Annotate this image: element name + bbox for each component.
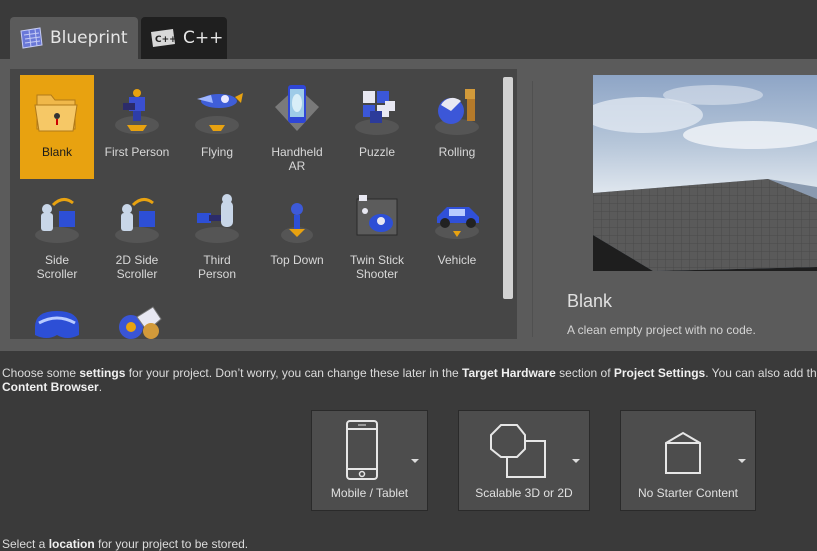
- template-vehicle-advanced[interactable]: [100, 291, 174, 339]
- third-person-icon: [195, 194, 239, 243]
- chevron-down-icon: [411, 459, 419, 463]
- template-handheld-ar[interactable]: Handheld AR: [260, 75, 334, 179]
- settings-text: .: [98, 380, 103, 394]
- template-first-person[interactable]: First Person: [100, 75, 174, 179]
- chevron-down-icon: [572, 459, 580, 463]
- handheld-ar-icon: [275, 85, 319, 131]
- template-2d-side-scroller[interactable]: 2D Side Scroller: [100, 183, 174, 287]
- first-person-icon: [115, 89, 159, 134]
- template-label: Blank: [41, 145, 73, 159]
- location-instructions: Select a location for your project to be…: [2, 537, 248, 551]
- mobile-icon: [346, 420, 378, 480]
- no-starter-content-icon: [665, 431, 701, 474]
- template-rolling[interactable]: Rolling: [420, 75, 494, 179]
- preview-scene: [593, 85, 817, 271]
- settings-text: Choose some: [2, 366, 80, 380]
- preview-description: A clean empty project with no code.: [567, 323, 756, 337]
- template-puzzle[interactable]: Puzzle: [340, 75, 414, 179]
- settings-text: . You can also add the: [705, 366, 817, 380]
- settings-keyword: settings: [79, 366, 126, 380]
- 2d-side-scroller-icon: [115, 198, 159, 243]
- starter-content-dropdown[interactable]: No Starter Content: [620, 410, 756, 511]
- starter-content-label: No Starter Content: [637, 486, 739, 500]
- settings-text: for your project. Don’t worry, you can c…: [125, 366, 463, 380]
- template-top-down[interactable]: Top Down: [260, 183, 334, 287]
- template-grid: Blank First Person Flying Handheld AR Pu…: [10, 69, 517, 339]
- location-text: Select a: [2, 537, 49, 551]
- template-label: Top Down: [270, 253, 324, 267]
- content-browser-keyword: Content Browser: [2, 380, 99, 394]
- twin-stick-shooter-icon: [356, 195, 398, 236]
- tab-cpp-label: C++: [183, 28, 224, 48]
- hardware-target-label: Mobile / Tablet: [330, 486, 409, 500]
- preview-title: Blank: [567, 291, 613, 311]
- template-label: Side Scroller: [36, 253, 78, 281]
- template-preview-image: [593, 75, 817, 271]
- settings-text: section of: [555, 366, 614, 380]
- template-label: Handheld AR: [271, 145, 323, 173]
- template-label: Vehicle: [437, 253, 477, 267]
- template-flying[interactable]: Flying: [180, 75, 254, 179]
- panel-divider: [532, 81, 533, 337]
- template-label: Flying: [200, 145, 233, 159]
- folder-icon: [34, 94, 78, 132]
- chevron-down-icon: [738, 459, 746, 463]
- vr-headset-icon: [35, 311, 79, 338]
- scalable-quality-icon: [490, 424, 546, 478]
- template-panel: Blank First Person Flying Handheld AR Pu…: [0, 59, 817, 351]
- svg-text:C++: C++: [155, 35, 177, 45]
- graphics-quality-label: Scalable 3D or 2D: [475, 486, 573, 500]
- cpp-icon: C++: [151, 29, 177, 47]
- template-label: 2D Side Scroller: [115, 253, 159, 281]
- template-label: Puzzle: [358, 145, 396, 159]
- graphics-quality-dropdown[interactable]: Scalable 3D or 2D: [458, 410, 590, 511]
- template-twin-stick-shooter[interactable]: Twin Stick Shooter: [340, 183, 414, 287]
- template-scrollbar[interactable]: [503, 77, 513, 299]
- tab-blueprint-label: Blueprint: [50, 28, 128, 48]
- template-label: First Person: [104, 145, 170, 159]
- project-settings-keyword: Project Settings: [613, 366, 706, 380]
- template-label: Rolling: [438, 145, 476, 159]
- tab-cpp[interactable]: C++ C++: [141, 17, 227, 59]
- template-vr[interactable]: [20, 291, 94, 339]
- template-third-person[interactable]: Third Person: [180, 183, 254, 287]
- location-keyword: location: [48, 537, 95, 551]
- hardware-target-dropdown[interactable]: Mobile / Tablet: [311, 410, 428, 511]
- vehicle-icon: [435, 207, 479, 239]
- puzzle-icon: [355, 91, 399, 135]
- rolling-icon: [435, 89, 479, 135]
- target-hardware-keyword: Target Hardware: [462, 366, 556, 380]
- side-scroller-icon: [35, 198, 79, 243]
- blueprint-icon: [20, 27, 43, 49]
- vehicle-advanced-icon: [119, 306, 162, 339]
- template-blank[interactable]: Blank: [20, 75, 94, 179]
- location-text: for your project to be stored.: [94, 537, 249, 551]
- top-down-icon: [281, 203, 313, 243]
- flying-icon: [195, 93, 243, 134]
- template-label: Twin Stick Shooter: [349, 253, 404, 281]
- template-side-scroller[interactable]: Side Scroller: [20, 183, 94, 287]
- tab-blueprint[interactable]: Blueprint: [10, 17, 138, 59]
- settings-instructions: Choose some settings for your project. D…: [2, 366, 817, 394]
- template-vehicle[interactable]: Vehicle: [420, 183, 494, 287]
- template-label: Third Person: [197, 253, 237, 281]
